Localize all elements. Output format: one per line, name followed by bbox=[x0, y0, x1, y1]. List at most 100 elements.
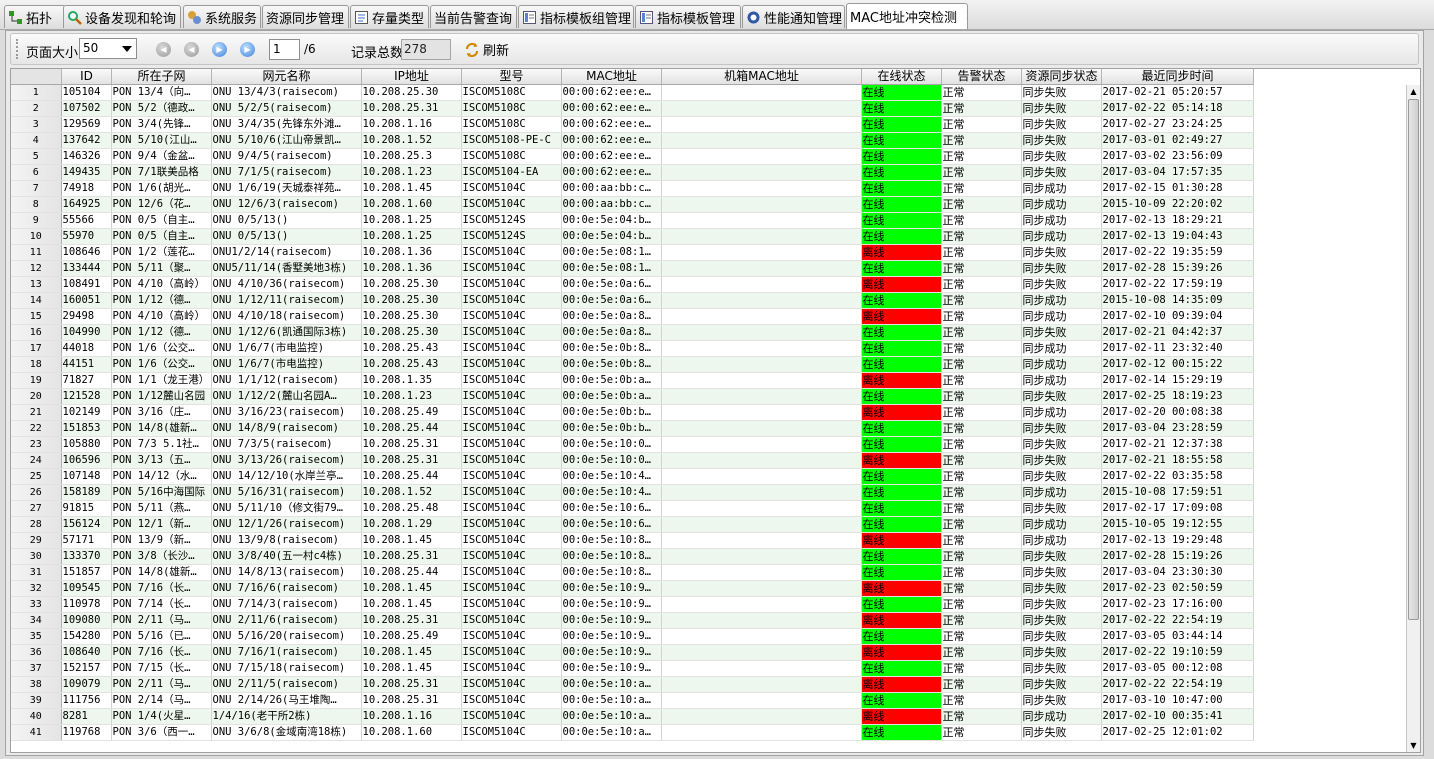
row-number: 36 bbox=[11, 644, 62, 661]
table-row[interactable]: 3 129569 PON 3/4(先锋… ONU 3/4/35(先锋东外滩… 10.20… bbox=[11, 116, 1254, 133]
table-cell: ONU 0/5/13() bbox=[211, 228, 362, 245]
table-row[interactable]: 5 146326 PON 9/4（金盆… ONU 9/4/5(raisecom) 10.… bbox=[11, 148, 1254, 165]
table-cell: 158189 bbox=[61, 484, 112, 501]
tab-4[interactable]: 资源同步管理 bbox=[262, 5, 349, 28]
table-row[interactable]: 21 102149 PON 3/16（庄… ONU 3/16/23(raisecom)… bbox=[11, 404, 1254, 421]
table-cell: 2017-02-22 19:35:59 bbox=[1101, 244, 1254, 261]
tab-1[interactable]: 拓扑 bbox=[4, 5, 66, 28]
table-row[interactable]: 36 108640 PON 7/16（长… ONU 7/16/1(raisecom) 1… bbox=[11, 644, 1254, 661]
column-header[interactable]: 资源同步状态 bbox=[1021, 69, 1102, 85]
table-row[interactable]: 31 151857 PON 14/8(雄新… ONU 14/8/13(raisecom… bbox=[11, 564, 1254, 581]
table-row[interactable]: 30 133370 PON 3/8（长沙… ONU 3/8/40(五一村c4栋) 10.… bbox=[11, 548, 1254, 565]
table-row[interactable]: 34 109080 PON 2/11（马… ONU 2/11/6(raisecom) 1… bbox=[11, 612, 1254, 629]
table-row[interactable]: 7 74918 PON 1/6(胡光… ONU 1/6/19(天城泰祥苑… 10.208… bbox=[11, 180, 1254, 197]
tab-label: 性能通知管理 bbox=[764, 11, 843, 27]
table-row[interactable]: 14 160051 PON 1/12（德… ONU 1/12/11(raisecom)… bbox=[11, 292, 1254, 309]
tab-8[interactable]: 指标模板管理 bbox=[635, 5, 741, 28]
table-cell: PON 3/6（西一… bbox=[111, 724, 212, 741]
table-row[interactable]: 41 119768 PON 3/6（西一… ONU 3/6/8(金域南湾18栋) 10.… bbox=[11, 724, 1254, 741]
column-header[interactable]: ID bbox=[61, 69, 112, 85]
table-row[interactable]: 17 44018 PON 1/6（公交… ONU 1/6/7(市电监控) 10.208.… bbox=[11, 340, 1254, 357]
next-page-icon[interactable]: ▶ bbox=[212, 42, 227, 57]
tab-3[interactable]: 系统服务 bbox=[183, 5, 261, 28]
scroll-down-icon[interactable]: ▼ bbox=[1407, 739, 1420, 752]
table-cell: ONU 7/14/3(raisecom) bbox=[211, 596, 362, 613]
table-row[interactable]: 9 55566 PON 0/5（自主… ONU 0/5/13() 10.208.1.25… bbox=[11, 212, 1254, 229]
mac-conflict-panel: 页面大小 50 ◀ ◀ ▶ ▶ 1 /6 记录总数 278 刷新 ID 所在子网… bbox=[5, 30, 1424, 756]
tab-2[interactable]: 设备发现和轮询 bbox=[63, 5, 181, 28]
page-size-label: 页面大小 bbox=[26, 46, 79, 61]
table-cell bbox=[661, 660, 862, 677]
table-row[interactable]: 38 109079 PON 2/11（马… ONU 2/11/5(raisecom) 1… bbox=[11, 676, 1254, 693]
vertical-scrollbar[interactable]: ▲ ▼ bbox=[1406, 85, 1420, 752]
tab-5[interactable]: 存量类型 bbox=[350, 5, 429, 28]
table-row[interactable]: 40 8281 PON 1/4(火星… 1/4/16(老干所2栋) 10.208.1.1… bbox=[11, 708, 1254, 725]
column-header[interactable]: 告警状态 bbox=[941, 69, 1022, 85]
prev-page-icon[interactable]: ◀ bbox=[184, 42, 199, 57]
table-row[interactable]: 27 91815 PON 5/11（燕… ONU 5/11/10（修文街79… 10.2… bbox=[11, 500, 1254, 517]
table-row[interactable]: 6 149435 PON 7/1联美品格 ONU 7/1/5(raisecom) 10.… bbox=[11, 164, 1254, 181]
table-row[interactable]: 4 137642 PON 5/10(江山… ONU 5/10/6(江山帝景凯… 10.2… bbox=[11, 132, 1254, 149]
column-header[interactable]: IP地址 bbox=[361, 69, 462, 85]
table-cell: 10.208.25.49 bbox=[361, 404, 462, 421]
table-row[interactable]: 39 111756 PON 2/14（马… ONU 2/14/26(马王堆陶… 10.2… bbox=[11, 692, 1254, 709]
table-row[interactable]: 33 110978 PON 7/14（长… ONU 7/14/3(raisecom) 1… bbox=[11, 596, 1254, 613]
online-status-cell: 在线 bbox=[861, 500, 942, 517]
template-icon bbox=[639, 10, 654, 25]
table-row[interactable]: 37 152157 PON 7/15（长… ONU 7/15/18(raisecom)… bbox=[11, 660, 1254, 677]
scroll-up-icon[interactable]: ▲ bbox=[1407, 85, 1420, 98]
sync-status-cell: 同步成功 bbox=[1021, 484, 1102, 501]
table-row[interactable]: 2 107502 PON 5/2（德政… ONU 5/2/5(raisecom) 10.… bbox=[11, 100, 1254, 117]
sync-status-cell: 同步失败 bbox=[1021, 148, 1102, 165]
table-row[interactable]: 19 71827 PON 1/1（龙王港） ONU 1/1/12(raisecom) 1… bbox=[11, 372, 1254, 389]
column-header[interactable]: 最近同步时间 bbox=[1101, 69, 1254, 85]
column-header[interactable]: 型号 bbox=[461, 69, 562, 85]
table-row[interactable]: 8 164925 PON 12/6（花… ONU 12/6/3(raisecom) 10… bbox=[11, 196, 1254, 213]
chevron-down-icon[interactable] bbox=[122, 46, 132, 52]
refresh-button[interactable]: 刷新 bbox=[464, 39, 509, 60]
table-cell: 2017-02-23 02:50:59 bbox=[1101, 580, 1254, 597]
table-row[interactable]: 26 158189 PON 5/16中海国际 ONU 5/16/31(raisecom… bbox=[11, 484, 1254, 501]
close-icon[interactable]: ✕ bbox=[965, 9, 967, 24]
tab-6[interactable]: 当前告警查询 bbox=[430, 5, 517, 28]
column-header[interactable]: 在线状态 bbox=[861, 69, 942, 85]
table-row[interactable]: 28 156124 PON 12/1（新… ONU 12/1/26(raisecom)… bbox=[11, 516, 1254, 533]
table-cell: 00:00:62:ee:e… bbox=[561, 84, 662, 101]
table-row[interactable]: 35 154280 PON 5/16（已… ONU 5/16/20(raisecom)… bbox=[11, 628, 1254, 645]
table-row[interactable]: 22 151853 PON 14/8(雄新… ONU 14/8/9(raisecom)… bbox=[11, 420, 1254, 437]
current-page-input[interactable]: 1 bbox=[269, 39, 300, 60]
table-row[interactable]: 16 104990 PON 1/12（德… ONU 1/12/6(凯通国际3栋) 10.… bbox=[11, 324, 1254, 341]
table-row[interactable]: 18 44151 PON 1/6（公交… ONU 1/6/7(市电监控) 10.208.… bbox=[11, 356, 1254, 373]
tab-9[interactable]: 性能通知管理 bbox=[742, 5, 845, 28]
tab-7[interactable]: 指标模板组管理 bbox=[518, 5, 634, 28]
alarm-status-cell: 正常 bbox=[941, 372, 1022, 389]
table-cell: PON 5/16中海国际 bbox=[111, 484, 212, 501]
last-page-icon[interactable]: ▶ bbox=[240, 42, 255, 57]
table-row[interactable]: 29 57171 PON 13/9（新… ONU 13/9/8(raisecom) 10… bbox=[11, 532, 1254, 549]
column-header[interactable]: 网元名称 bbox=[211, 69, 362, 85]
toolbar-grip[interactable] bbox=[16, 39, 21, 59]
first-page-icon[interactable]: ◀ bbox=[156, 42, 171, 57]
table-row[interactable]: 25 107148 PON 14/12（水… ONU 14/12/10(水岸兰亭… 10… bbox=[11, 468, 1254, 485]
scroll-thumb[interactable] bbox=[1408, 99, 1419, 620]
table-row[interactable]: 10 55970 PON 0/5（自主… ONU 0/5/13() 10.208.1.2… bbox=[11, 228, 1254, 245]
table-cell: 10.208.1.23 bbox=[361, 164, 462, 181]
table-row[interactable]: 20 121528 PON 1/12麓山名园 ONU 1/12/2(麓山名园A… 10.… bbox=[11, 388, 1254, 405]
column-header[interactable]: 所在子网 bbox=[111, 69, 212, 85]
table-cell: 74918 bbox=[61, 180, 112, 197]
tab-10[interactable]: MAC地址冲突检测 ✕ bbox=[846, 3, 968, 29]
table-row[interactable]: 11 108646 PON 1/2（莲花… ONU1/2/14(raisecom) 10… bbox=[11, 244, 1254, 261]
column-header[interactable]: 机箱MAC地址 bbox=[661, 69, 862, 85]
table-row[interactable]: 24 106596 PON 3/13（五… ONU 3/13/26(raisecom)… bbox=[11, 452, 1254, 469]
sync-status-cell: 同步成功 bbox=[1021, 180, 1102, 197]
table-row[interactable]: 1 105104 PON 13/4（向… ONU 13/4/3(raisecom) 10… bbox=[11, 84, 1254, 101]
row-number: 3 bbox=[11, 116, 62, 133]
column-header[interactable]: MAC地址 bbox=[561, 69, 662, 85]
table-row[interactable]: 12 133444 PON 5/11（聚… ONU5/11/14(香墅美地3栋) 10.… bbox=[11, 260, 1254, 277]
table-row[interactable]: 32 109545 PON 7/16（长… ONU 7/16/6(raisecom) 1… bbox=[11, 580, 1254, 597]
sync-status-cell: 同步失败 bbox=[1021, 580, 1102, 597]
page-size-select[interactable]: 50 bbox=[79, 38, 137, 59]
table-row[interactable]: 15 29498 PON 4/10（高岭） ONU 4/10/18(raisecom)… bbox=[11, 308, 1254, 325]
table-row[interactable]: 23 105880 PON 7/3 5.1社… ONU 7/3/5(raisecom)… bbox=[11, 436, 1254, 453]
table-row[interactable]: 13 108491 PON 4/10（高岭） ONU 4/10/36(raisecom… bbox=[11, 276, 1254, 293]
